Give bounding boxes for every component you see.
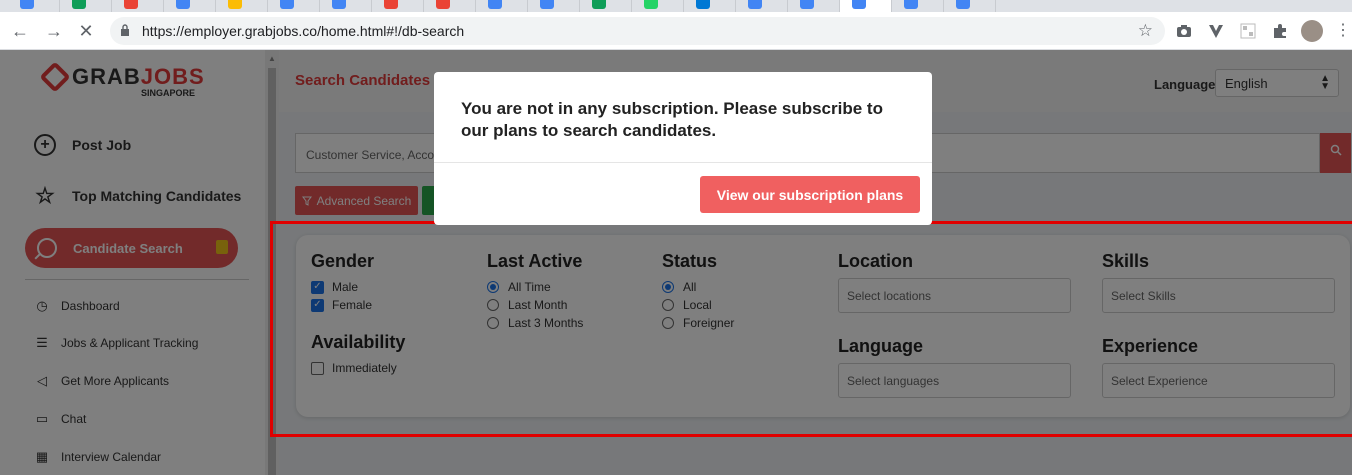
page-content: GRABJOBS SINGAPORE + Post Job ☆ Top Matc… [0, 50, 1352, 475]
browser-tab[interactable] [684, 0, 736, 12]
puzzle-icon[interactable] [1271, 22, 1289, 40]
browser-tab[interactable] [840, 0, 892, 12]
tab-favicon-icon [280, 0, 294, 9]
browser-tab[interactable] [164, 0, 216, 12]
tab-favicon-icon [904, 0, 918, 9]
tab-favicon-icon [176, 0, 190, 9]
browser-tab[interactable] [892, 0, 944, 12]
browser-toolbar: ← → ✕ https://employer.grabjobs.co/home.… [0, 12, 1352, 50]
view-subscription-plans-button[interactable]: View our subscription plans [700, 176, 920, 213]
browser-tab[interactable] [788, 0, 840, 12]
tab-favicon-icon [852, 0, 866, 9]
browser-tab[interactable] [736, 0, 788, 12]
browser-tab[interactable] [320, 0, 372, 12]
browser-tab-strip [0, 0, 1352, 12]
browser-tab[interactable] [944, 0, 996, 12]
browser-tab[interactable] [372, 0, 424, 12]
forward-icon[interactable]: → [42, 19, 66, 43]
tab-favicon-icon [436, 0, 450, 9]
address-bar[interactable]: https://employer.grabjobs.co/home.html#!… [110, 17, 1165, 45]
tab-favicon-icon [696, 0, 710, 9]
tab-favicon-icon [124, 0, 138, 9]
tab-favicon-icon [20, 0, 34, 9]
tab-favicon-icon [488, 0, 502, 9]
browser-tab[interactable] [476, 0, 528, 12]
tab-favicon-icon [332, 0, 346, 9]
tab-favicon-icon [228, 0, 242, 9]
browser-tab[interactable] [528, 0, 580, 12]
subscription-modal: You are not in any subscription. Please … [434, 72, 932, 225]
stop-loading-icon[interactable]: ✕ [74, 19, 98, 43]
browser-tab[interactable] [632, 0, 684, 12]
browser-tab[interactable] [112, 0, 164, 12]
highlight-annotation-box [270, 221, 1352, 437]
qr-icon[interactable] [1239, 22, 1257, 40]
modal-divider [434, 162, 932, 163]
back-icon[interactable]: ← [8, 19, 32, 43]
browser-tab[interactable] [8, 0, 60, 12]
tab-favicon-icon [72, 0, 86, 9]
tab-favicon-icon [748, 0, 762, 9]
tab-favicon-icon [540, 0, 554, 9]
lock-icon [121, 24, 129, 36]
camera-icon[interactable] [1175, 22, 1193, 40]
subscription-message: You are not in any subscription. Please … [461, 99, 883, 140]
bookmark-star-icon[interactable]: ☆ [1138, 21, 1153, 41]
tab-favicon-icon [384, 0, 398, 9]
browser-tab[interactable] [580, 0, 632, 12]
browser-tab[interactable] [268, 0, 320, 12]
tab-favicon-icon [592, 0, 606, 9]
tab-favicon-icon [800, 0, 814, 9]
url-text: https://employer.grabjobs.co/home.html#!… [142, 23, 465, 39]
tab-favicon-icon [644, 0, 658, 9]
vivaldi-icon[interactable] [1207, 22, 1225, 40]
browser-tab[interactable] [424, 0, 476, 12]
profile-avatar[interactable] [1301, 20, 1323, 42]
browser-tab[interactable] [216, 0, 268, 12]
menu-kebab-icon[interactable]: ⋮ [1335, 20, 1351, 40]
tab-favicon-icon [956, 0, 970, 9]
browser-tab[interactable] [60, 0, 112, 12]
